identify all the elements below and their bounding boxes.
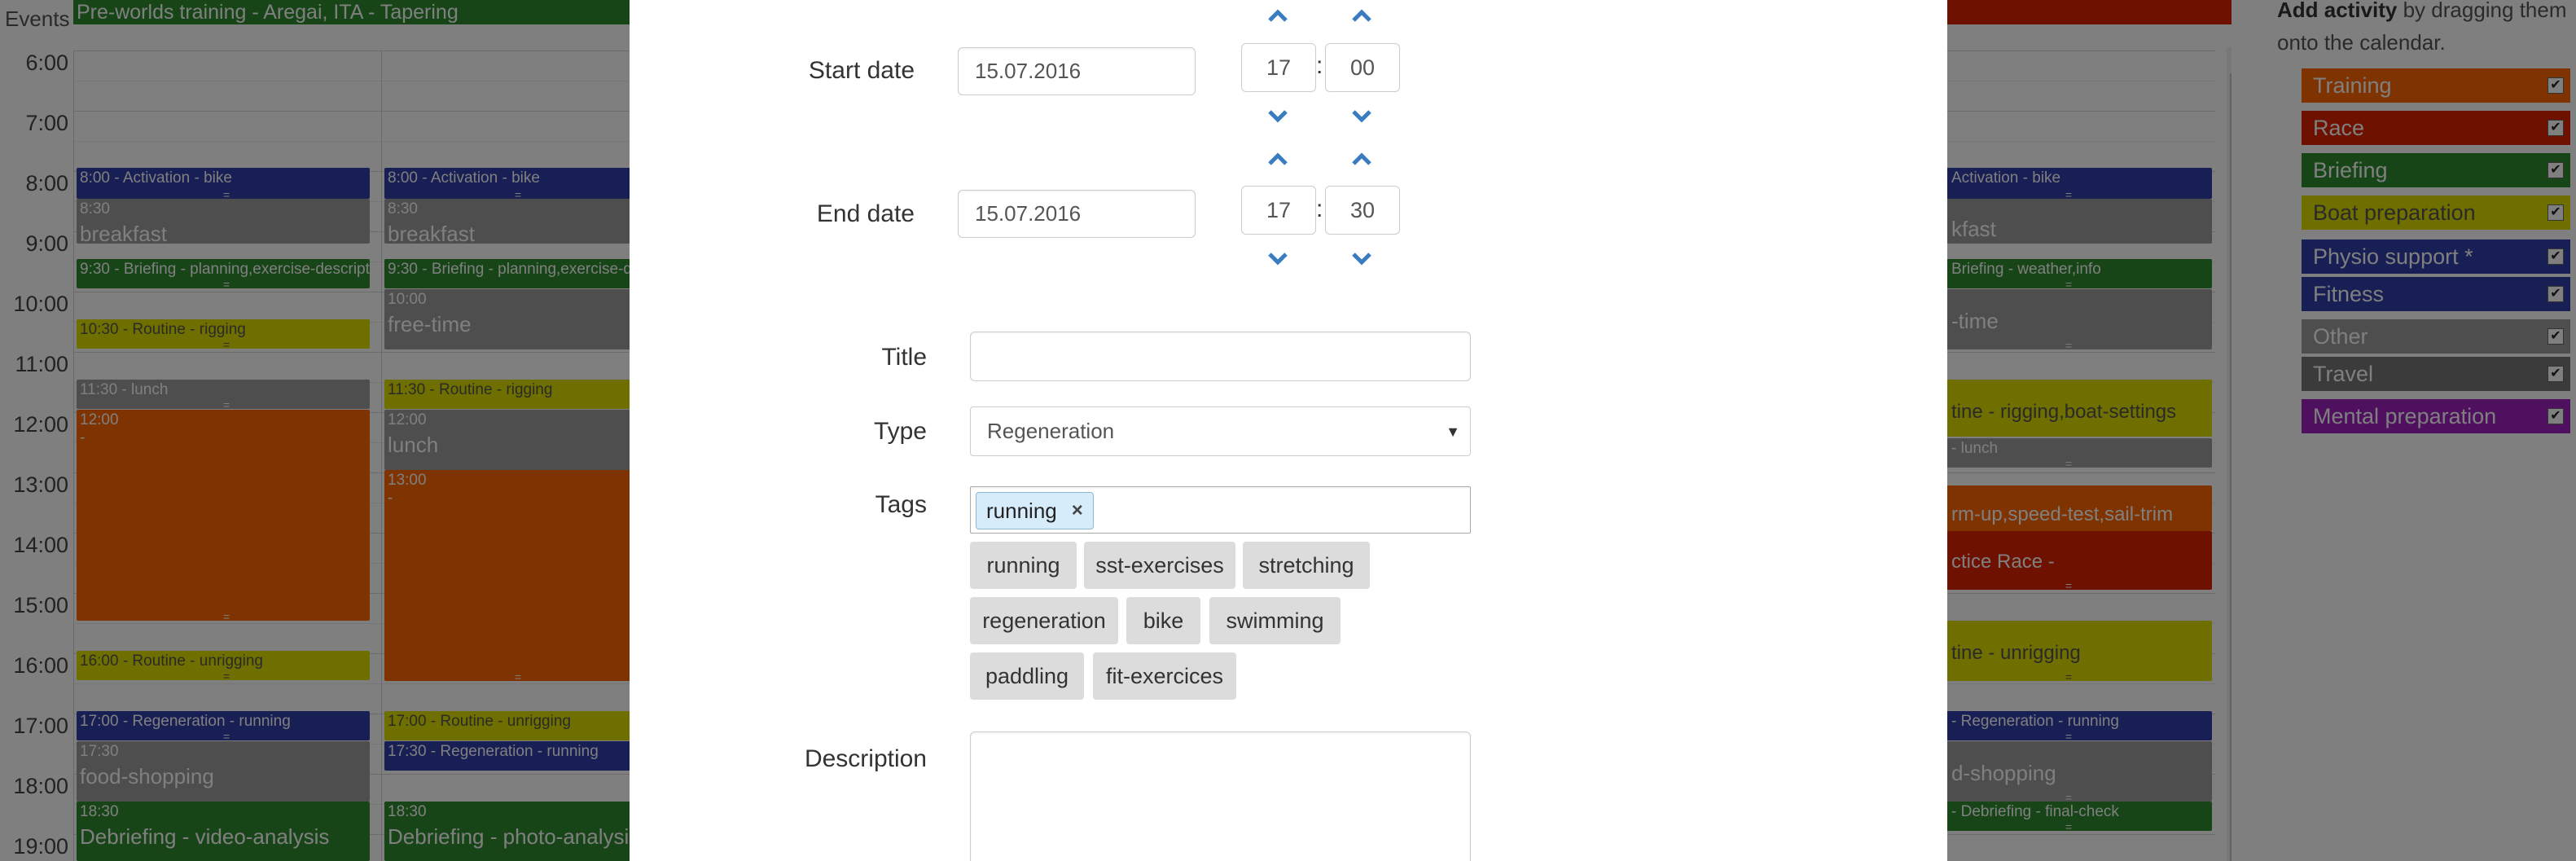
tag-label: running (986, 498, 1057, 523)
end-date-label: End date (816, 200, 915, 227)
end-hour-down-icon[interactable] (1262, 247, 1294, 271)
tag-suggestion[interactable]: fit-exercices (1093, 652, 1236, 700)
type-value: Regeneration (987, 419, 1115, 443)
dropdown-arrow-icon: ▼ (1446, 424, 1460, 440)
start-hour-down-icon[interactable] (1262, 104, 1294, 129)
start-date-input[interactable]: 15.07.2016 (958, 47, 1196, 95)
tag-suggestion[interactable]: running (970, 542, 1077, 589)
start-date-label: Start date (808, 57, 915, 84)
title-input[interactable] (970, 332, 1471, 381)
end-date-input[interactable]: 15.07.2016 (958, 190, 1196, 238)
start-hour-up-icon[interactable] (1262, 3, 1294, 28)
title-label: Title (881, 344, 927, 371)
start-minute-down-icon[interactable] (1345, 104, 1378, 129)
start-minute-up-icon[interactable] (1345, 3, 1378, 28)
start-minute-input[interactable]: 00 (1325, 43, 1400, 92)
time-separator: : (1316, 52, 1323, 79)
tags-label: Tags (875, 491, 927, 518)
end-hour-up-icon[interactable] (1262, 147, 1294, 171)
tag-suggestion[interactable]: regeneration (970, 597, 1118, 644)
tag-suggestion[interactable]: sst-exercises (1084, 542, 1235, 589)
tag-suggestion[interactable]: swimming (1209, 597, 1341, 644)
activity-modal: Start date 15.07.2016 17 : 00 End date 1… (630, 0, 1947, 861)
type-label: Type (873, 418, 927, 445)
tag-suggestion[interactable]: bike (1126, 597, 1200, 644)
end-hour-input[interactable]: 17 (1241, 186, 1316, 235)
end-date-value: 15.07.2016 (975, 201, 1082, 226)
description-label: Description (804, 745, 927, 772)
end-minute-down-icon[interactable] (1345, 247, 1378, 271)
selected-tag: running × (976, 492, 1094, 529)
start-date-value: 15.07.2016 (975, 59, 1082, 83)
tag-suggestion[interactable]: stretching (1243, 542, 1370, 589)
end-minute-up-icon[interactable] (1345, 147, 1378, 171)
description-textarea[interactable] (970, 731, 1471, 861)
time-separator: : (1316, 195, 1323, 222)
end-minute-input[interactable]: 30 (1325, 186, 1400, 235)
start-hour-input[interactable]: 17 (1241, 43, 1316, 92)
app-root: Events 6:00 7:00 8:00 9:00 10:00 11:00 1… (0, 0, 2576, 861)
tag-suggestion[interactable]: paddling (970, 652, 1084, 700)
remove-tag-icon[interactable]: × (1072, 499, 1083, 522)
type-select[interactable]: Regeneration ▼ (970, 406, 1471, 456)
